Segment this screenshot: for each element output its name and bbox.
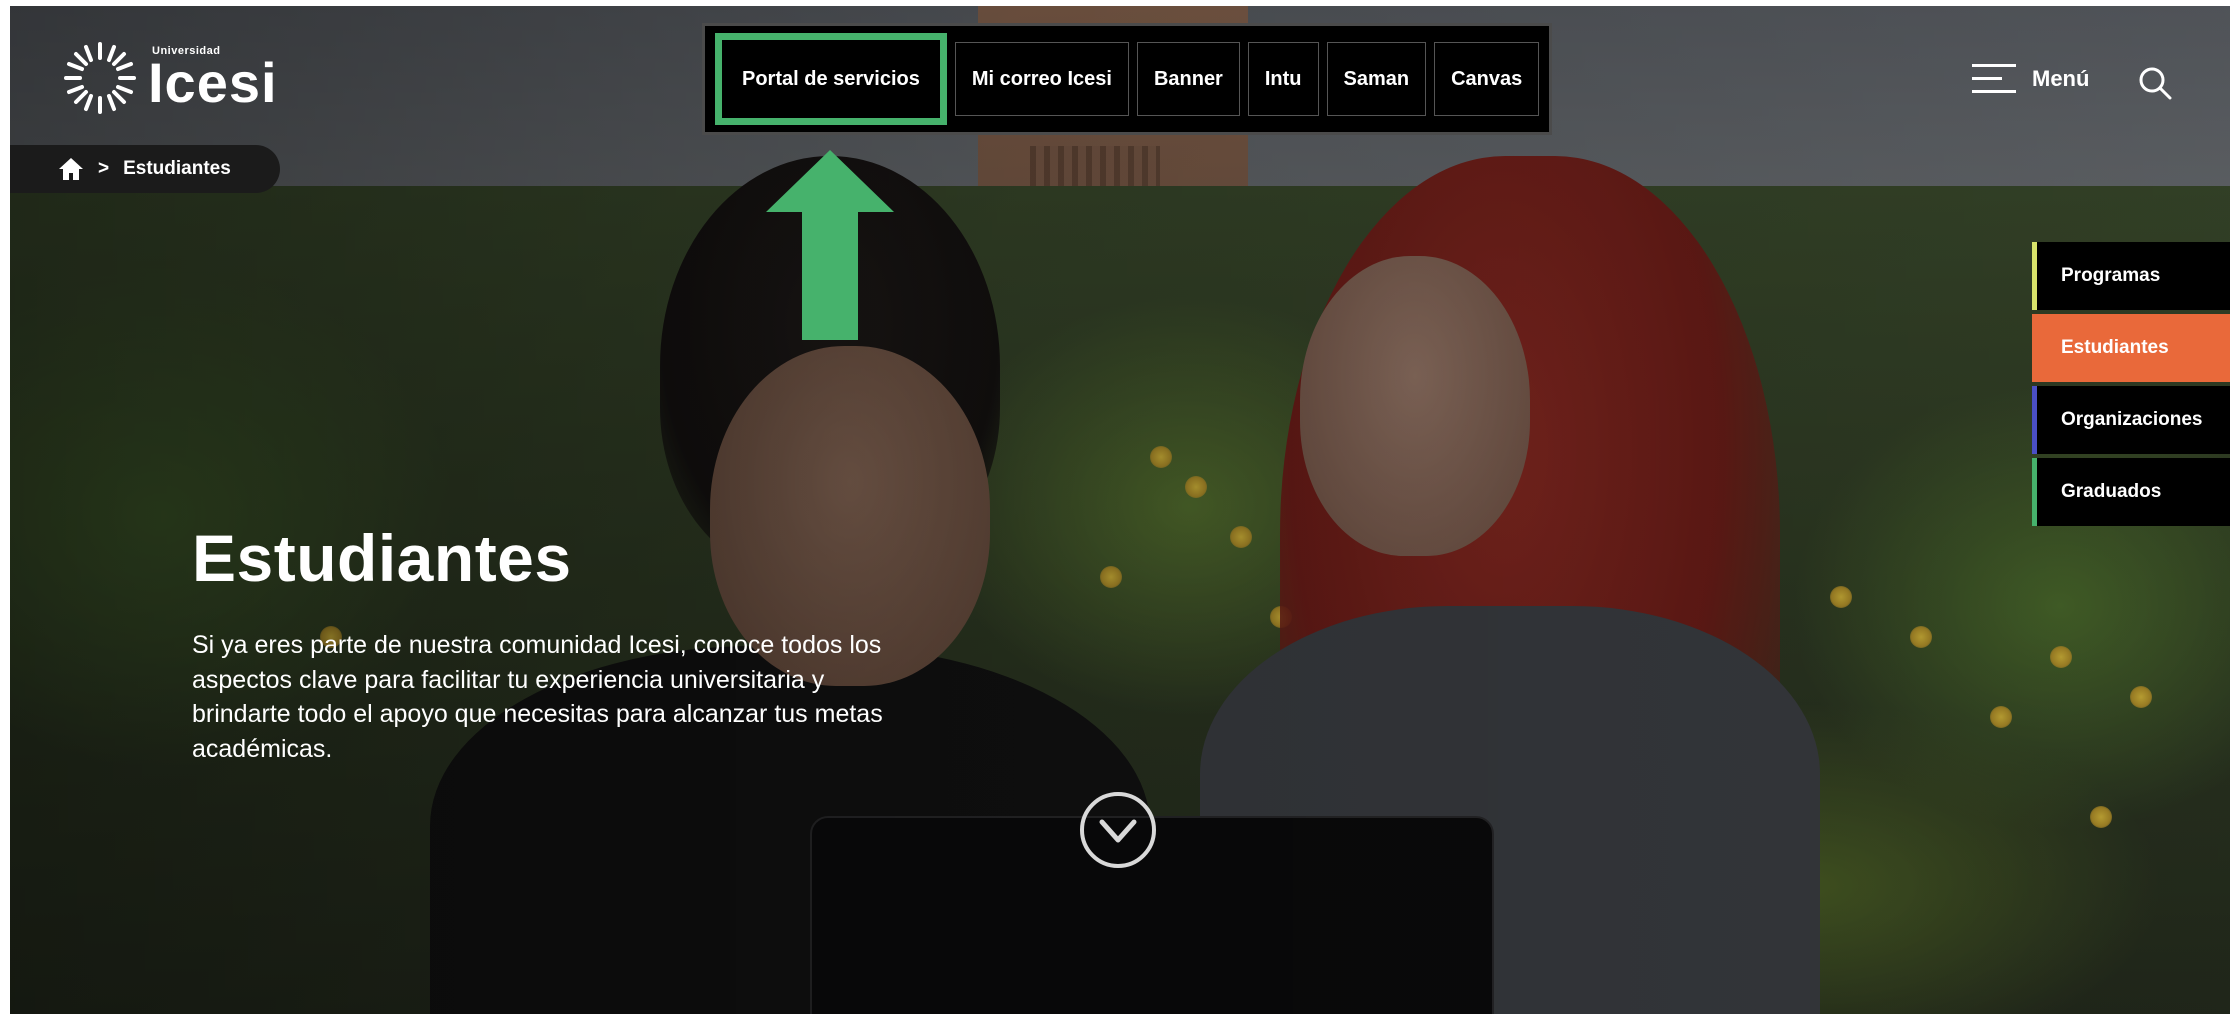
breadcrumb-current: Estudiantes [123,158,231,179]
logo-big-text: Icesi [148,50,278,114]
page-title: Estudiantes [192,521,572,595]
tab-organizaciones[interactable]: Organizaciones [2032,386,2230,454]
menu-button[interactable]: Menú [1972,64,2089,94]
audience-tabs: Programas Estudiantes Organizaciones Gra… [2032,242,2230,526]
annotation-arrow-up-icon [766,150,894,340]
search-icon[interactable] [2138,66,2172,100]
icesi-logo[interactable]: Universidad Icesi [62,40,278,116]
breadcrumb-separator: > [98,158,110,179]
tab-programas[interactable]: Programas [2032,242,2230,310]
page-frame: Universidad Icesi Portal de servicios Mi… [10,6,2230,1014]
hero-description: Si ya eres parte de nuestra comunidad Ic… [192,631,883,763]
saman-link[interactable]: Saman [1326,42,1427,116]
breadcrumb: > Estudiantes [10,145,280,193]
quick-links-nav: Portal de servicios Mi correo Icesi Bann… [702,23,1553,135]
canvas-link[interactable]: Canvas [1434,42,1540,116]
sunburst-logo-icon [64,42,136,114]
intu-link[interactable]: Intu [1247,42,1319,116]
portal-de-servicios-link[interactable]: Portal de servicios [715,33,947,125]
home-icon[interactable] [58,157,84,181]
menu-label: Menú [2032,66,2090,91]
chevron-down-circle-icon[interactable] [1078,790,1158,870]
hamburger-icon [1972,64,2016,94]
tab-graduados[interactable]: Graduados [2032,458,2230,526]
banner-link[interactable]: Banner [1136,42,1240,116]
mi-correo-icesi-link[interactable]: Mi correo Icesi [954,42,1129,116]
tab-estudiantes[interactable]: Estudiantes [2032,314,2230,382]
